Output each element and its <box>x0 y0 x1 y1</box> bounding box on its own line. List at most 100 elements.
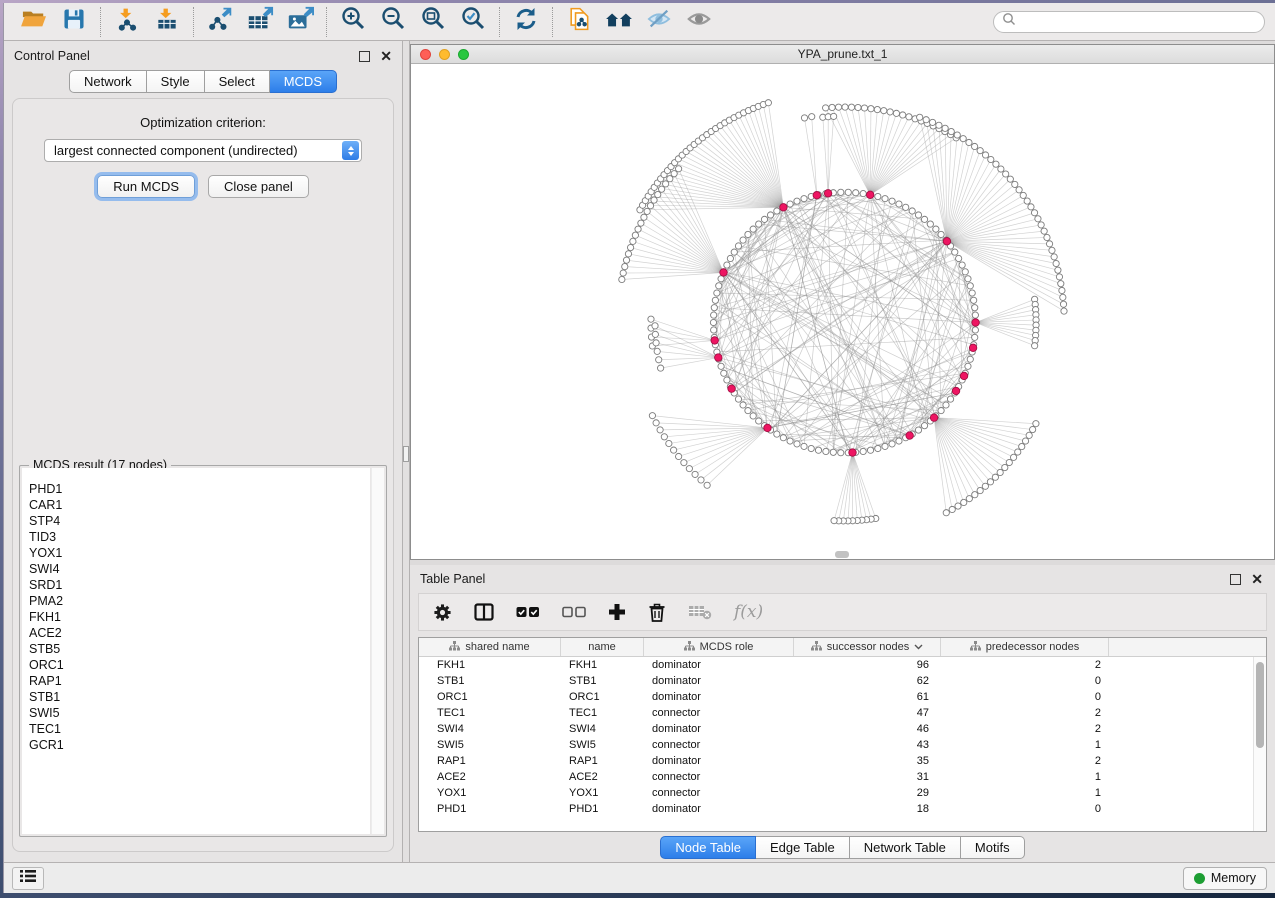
graph-hub-node[interactable] <box>711 337 718 344</box>
graph-node[interactable] <box>1007 176 1013 182</box>
table-cell[interactable]: 2 <box>941 753 1109 769</box>
graph-node[interactable] <box>656 357 662 363</box>
graph-node[interactable] <box>761 216 767 222</box>
graph-hub-node[interactable] <box>906 432 913 439</box>
mcds-result-scrollbar[interactable] <box>371 468 384 834</box>
graph-node[interactable] <box>750 226 756 232</box>
graph-node[interactable] <box>794 198 800 204</box>
table-row[interactable]: ACE2ACE2connector311 <box>419 769 1266 785</box>
graph-node[interactable] <box>845 189 851 195</box>
graph-node[interactable] <box>681 460 687 466</box>
table-cell[interactable]: 31 <box>794 769 941 785</box>
table-cell[interactable]: SWI5 <box>419 737 561 753</box>
graph-hub-node[interactable] <box>930 414 937 421</box>
graph-node[interactable] <box>882 443 888 449</box>
window-zoom-button[interactable] <box>458 49 469 60</box>
table-cell[interactable]: 0 <box>941 689 1109 705</box>
graph-node[interactable] <box>943 510 949 516</box>
list-item[interactable]: ORC1 <box>29 657 370 673</box>
graph-node[interactable] <box>653 420 659 426</box>
graph-node[interactable] <box>842 104 848 110</box>
graph-node[interactable] <box>756 221 762 227</box>
graph-node[interactable] <box>965 276 971 282</box>
graph-node[interactable] <box>915 427 921 433</box>
column-header-predecessor-nodes[interactable]: predecessor nodes <box>941 638 1109 656</box>
table-cell[interactable]: STB1 <box>419 673 561 689</box>
graph-node[interactable] <box>774 431 780 437</box>
canvas-hscroll-thumb[interactable] <box>835 551 849 558</box>
table-cell[interactable]: FKH1 <box>561 657 644 673</box>
table-cell[interactable]: ORC1 <box>561 689 644 705</box>
graph-node[interactable] <box>774 208 780 214</box>
table-cell[interactable]: TEC1 <box>561 705 644 721</box>
graph-node[interactable] <box>962 269 968 275</box>
graph-node[interactable] <box>889 441 895 447</box>
table-cell[interactable]: 47 <box>794 705 941 721</box>
table-cell[interactable]: connector <box>644 705 794 721</box>
table-cell[interactable]: dominator <box>644 689 794 705</box>
graph-node[interactable] <box>622 263 628 269</box>
graph-node[interactable] <box>909 208 915 214</box>
table-cell[interactable]: 61 <box>794 689 941 705</box>
graph-node[interactable] <box>955 503 961 509</box>
list-item[interactable]: ACE2 <box>29 625 370 641</box>
list-item[interactable]: PHD1 <box>29 481 370 497</box>
graph-node[interactable] <box>835 104 841 110</box>
graph-node[interactable] <box>887 109 893 115</box>
graph-node[interactable] <box>831 518 837 524</box>
graph-node[interactable] <box>1059 287 1065 293</box>
column-header-name[interactable]: name <box>561 638 644 656</box>
graph-node[interactable] <box>961 499 967 505</box>
graph-node[interactable] <box>711 327 717 333</box>
column-header-shared-name[interactable]: shared name <box>419 638 561 656</box>
graph-node[interactable] <box>882 196 888 202</box>
graph-node[interactable] <box>893 110 899 116</box>
list-item[interactable]: STB5 <box>29 641 370 657</box>
first-neighbors-button[interactable] <box>599 6 639 38</box>
run-mcds-button[interactable]: Run MCDS <box>97 175 195 198</box>
tab-select[interactable]: Select <box>205 70 270 93</box>
import-network-button[interactable] <box>107 6 147 38</box>
search-input[interactable] <box>1022 14 1256 30</box>
graph-node[interactable] <box>1038 222 1044 228</box>
graph-node[interactable] <box>1051 254 1057 260</box>
float-table-panel-button[interactable] <box>1230 574 1241 585</box>
network-window-titlebar[interactable]: YPA_prune.txt_1 <box>411 45 1274 64</box>
graph-node[interactable] <box>993 161 999 167</box>
graph-node[interactable] <box>663 181 669 187</box>
table-row[interactable]: ORC1ORC1dominator610 <box>419 689 1266 705</box>
graph-node[interactable] <box>965 363 971 369</box>
graph-node[interactable] <box>1058 281 1064 287</box>
graph-hub-node[interactable] <box>728 385 735 392</box>
split-view-icon[interactable] <box>474 603 494 621</box>
graph-node[interactable] <box>868 106 874 112</box>
tab-motifs[interactable]: Motifs <box>961 836 1025 859</box>
graph-node[interactable] <box>972 334 978 340</box>
graph-node[interactable] <box>1032 343 1038 349</box>
graph-node[interactable] <box>830 449 836 455</box>
graph-node[interactable] <box>867 447 873 453</box>
graph-node[interactable] <box>625 251 631 257</box>
graph-node[interactable] <box>658 186 664 192</box>
graph-node[interactable] <box>794 441 800 447</box>
table-scrollbar[interactable] <box>1253 657 1266 831</box>
import-table-button[interactable] <box>147 6 187 38</box>
graph-node[interactable] <box>815 447 821 453</box>
table-cell[interactable]: 46 <box>794 721 941 737</box>
graph-node[interactable] <box>724 262 730 268</box>
list-item[interactable]: PMA2 <box>29 593 370 609</box>
graph-node[interactable] <box>712 297 718 303</box>
graph-hub-node[interactable] <box>813 191 820 198</box>
table-cell[interactable]: 1 <box>941 769 1109 785</box>
table-cell[interactable]: SWI4 <box>419 721 561 737</box>
graph-node[interactable] <box>853 190 859 196</box>
graph-node[interactable] <box>923 117 929 123</box>
graph-node[interactable] <box>942 125 948 131</box>
graph-node[interactable] <box>653 340 659 346</box>
zoom-selected-button[interactable] <box>453 6 493 38</box>
graph-node[interactable] <box>686 466 692 472</box>
zoom-out-button[interactable] <box>373 6 413 38</box>
table-cell[interactable]: TEC1 <box>419 705 561 721</box>
table-row[interactable]: TEC1TEC1connector472 <box>419 705 1266 721</box>
graph-node[interactable] <box>630 238 636 244</box>
